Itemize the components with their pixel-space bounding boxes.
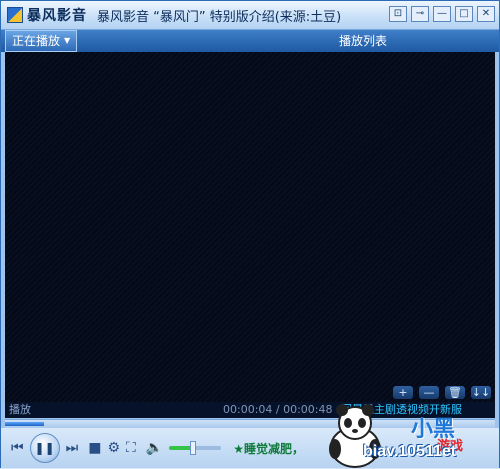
play-state: 播放	[9, 403, 31, 416]
close-button[interactable]: ✕	[477, 6, 495, 22]
seek-progress	[5, 422, 45, 426]
clear-playlist-button[interactable]: 🗑	[445, 386, 465, 399]
previous-icon[interactable]: ⏮	[11, 440, 24, 456]
title-bar[interactable]: 暴风影音 暴风影音 “暴风门” 特别版介绍(来源:土豆) ⊡ ⊸ — □ ✕	[1, 1, 499, 30]
tab-playlist[interactable]: 播放列表	[339, 30, 387, 52]
pause-icon[interactable]: ❚❚	[29, 433, 60, 463]
watermark-url: biav.10511et	[363, 443, 457, 460]
app-name: 暴风影音	[27, 8, 87, 24]
mini-mode-button[interactable]: ⊡	[389, 6, 407, 22]
site-watermark: 小黑 游戏 biav.10511et	[301, 401, 500, 469]
stop-icon[interactable]: ■	[88, 440, 101, 456]
player-window: 暴风影音 暴风影音 “暴风门” 特别版介绍(来源:土豆) ⊡ ⊸ — □ ✕ 正…	[0, 0, 500, 468]
next-icon[interactable]: ⏭	[66, 440, 79, 456]
minimize-button[interactable]: —	[433, 6, 451, 22]
playlist-toolbar: + — 🗑 ↓↓	[393, 386, 491, 399]
pin-button[interactable]: ⊸	[411, 6, 429, 22]
sort-playlist-button[interactable]: ↓↓	[471, 386, 491, 399]
settings-icon[interactable]: ⚙	[107, 440, 120, 456]
volume-knob[interactable]	[189, 441, 196, 455]
volume-slider[interactable]	[169, 441, 222, 455]
tab-now-playing[interactable]: 正在播放 ▼	[5, 30, 78, 52]
playlist-panel[interactable]	[337, 52, 495, 402]
maximize-button[interactable]: □	[455, 6, 473, 22]
fullscreen-icon[interactable]: ⛶	[126, 440, 136, 456]
tab-now-playing-label: 正在播放	[12, 34, 61, 48]
remove-from-playlist-button[interactable]: —	[419, 386, 439, 399]
add-to-playlist-button[interactable]: +	[393, 386, 413, 399]
chevron-down-icon[interactable]: ▼	[64, 31, 70, 51]
baofeng-logo-icon[interactable]	[7, 7, 23, 23]
speaker-icon[interactable]: 🔈	[146, 440, 163, 456]
news-ticker[interactable]: ★睡觉减肥，	[233, 440, 304, 457]
window-controls: ⊡ ⊸ — □ ✕	[389, 6, 495, 22]
tab-strip: 正在播放 ▼ 播放列表	[1, 30, 499, 52]
window-title: 暴风影音 “暴风门” 特别版介绍(来源:土豆)	[97, 9, 342, 25]
